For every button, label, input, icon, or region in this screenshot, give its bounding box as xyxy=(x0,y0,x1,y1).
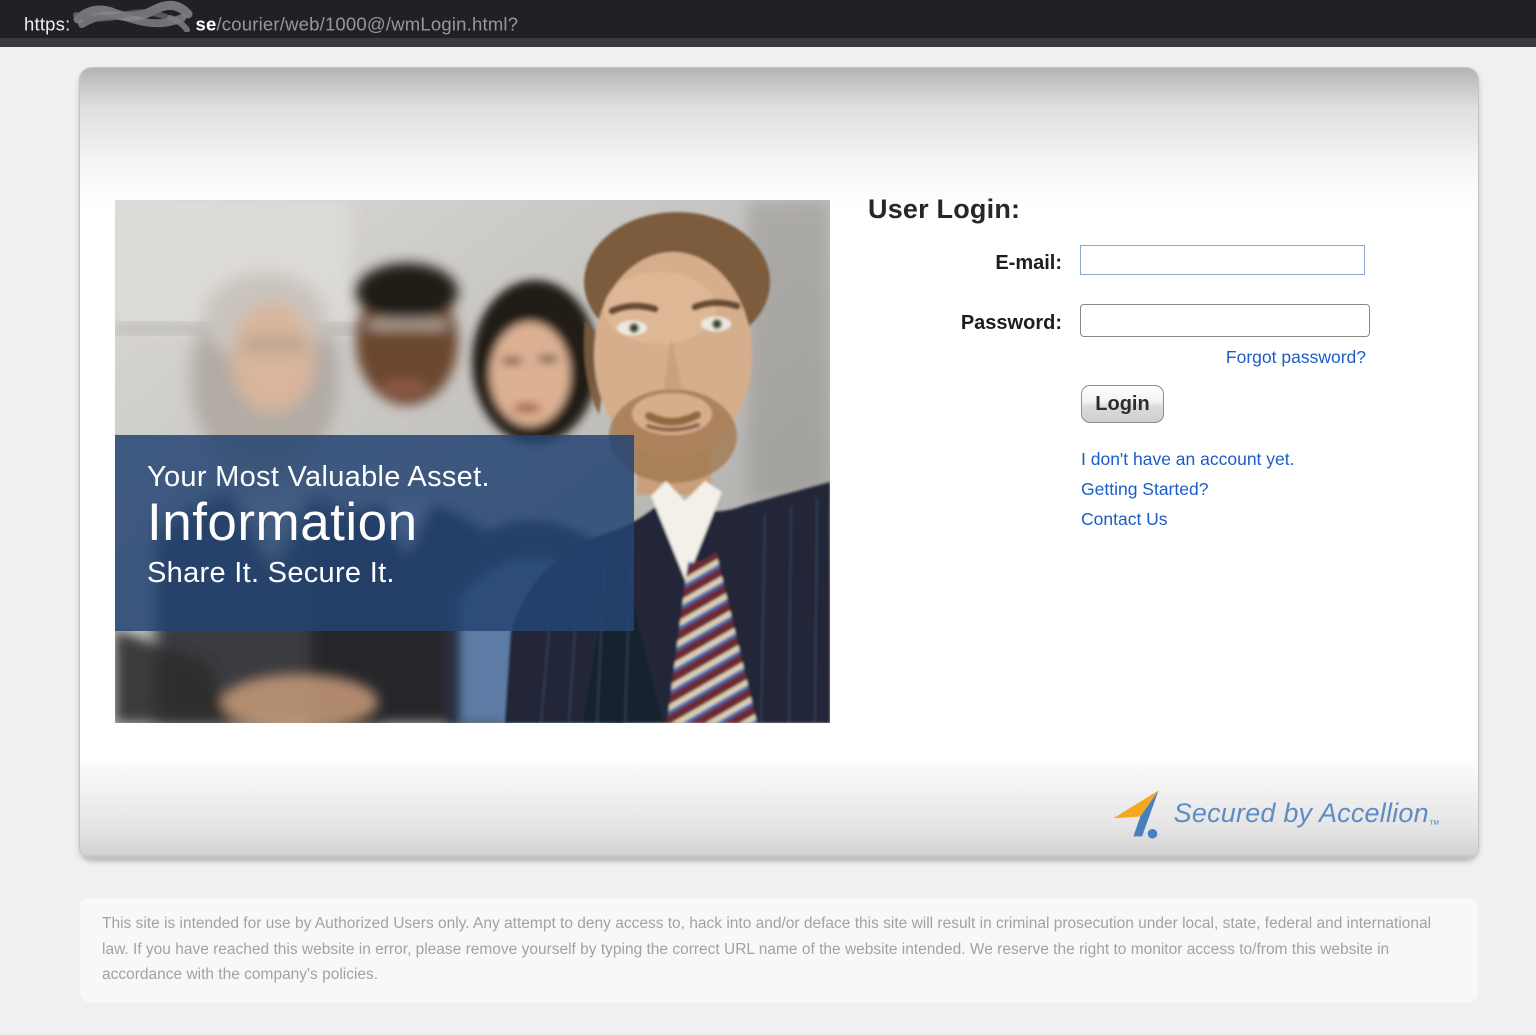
getting-started-link[interactable]: Getting Started? xyxy=(1081,479,1208,500)
secured-by-text: Secured by Accellion™ xyxy=(1174,798,1440,829)
tagline-line1: Your Most Valuable Asset. xyxy=(147,461,634,494)
email-input[interactable] xyxy=(1080,245,1365,275)
legal-notice-box: This site is intended for use by Authori… xyxy=(80,898,1478,1002)
password-input[interactable] xyxy=(1080,304,1370,337)
url-path: /courier/web/1000@/wmLogin.html? xyxy=(216,13,518,34)
url-domain: se xyxy=(195,13,216,34)
login-card: Your Most Valuable Asset. Information Sh… xyxy=(80,68,1478,858)
photo-tagline-banner: Your Most Valuable Asset. Information Sh… xyxy=(115,435,634,631)
legal-notice-text: This site is intended for use by Authori… xyxy=(102,911,1452,988)
redacted-domain-scribble xyxy=(72,0,194,45)
tagline-line2: Information xyxy=(147,494,634,551)
marketing-photo: Your Most Valuable Asset. Information Sh… xyxy=(115,200,830,723)
address-bar[interactable]: https: se/courier/web/1000@/wmLogin.html… xyxy=(24,0,518,38)
secured-by-accellion-logo: Secured by Accellion™ xyxy=(1110,784,1440,842)
trademark-mark: ™ xyxy=(1429,819,1440,831)
no-account-link[interactable]: I don't have an account yet. xyxy=(1081,449,1295,470)
card-footer: Secured by Accellion™ xyxy=(80,760,1478,858)
contact-us-link[interactable]: Contact Us xyxy=(1081,509,1168,530)
forgot-password-link[interactable]: Forgot password? xyxy=(1226,347,1366,368)
tagline-line3: Share It. Secure It. xyxy=(147,557,634,590)
password-label: Password: xyxy=(832,312,1062,335)
browser-top-bar: https: se/courier/web/1000@/wmLogin.html… xyxy=(0,0,1536,47)
accellion-arrow-icon xyxy=(1110,784,1162,842)
user-login-heading: User Login: xyxy=(868,194,1020,225)
login-button[interactable]: Login xyxy=(1081,385,1164,423)
email-label: E-mail: xyxy=(832,252,1062,275)
url-scheme: https: xyxy=(24,13,70,34)
